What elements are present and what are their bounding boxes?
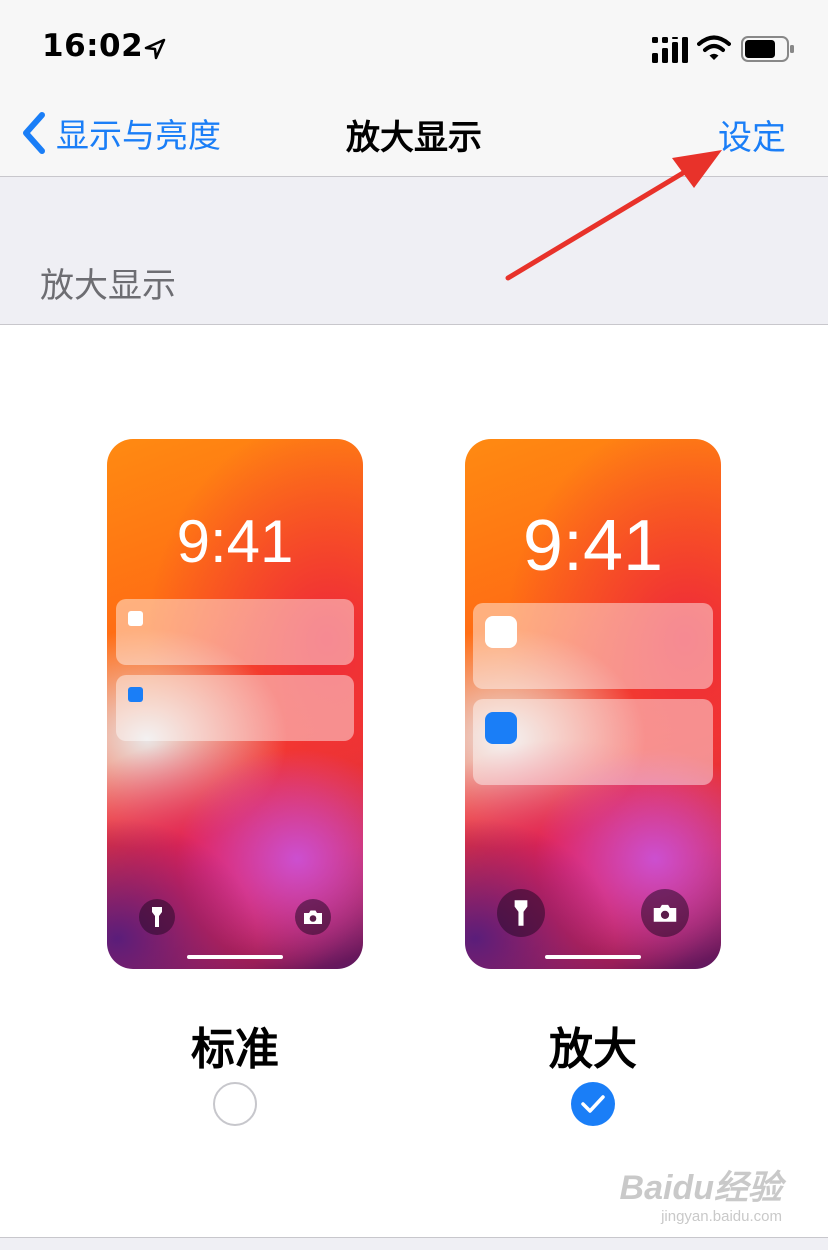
status-bar: 16:02 bbox=[0, 0, 828, 90]
notification-placeholder bbox=[473, 603, 713, 689]
status-time: 16:02 bbox=[42, 28, 144, 64]
phone-preview-zoomed: 9:41 bbox=[465, 439, 721, 969]
location-arrow-icon bbox=[144, 38, 166, 60]
notification-placeholder bbox=[116, 675, 354, 741]
wifi-icon bbox=[697, 35, 731, 60]
radio-unselected[interactable] bbox=[213, 1082, 257, 1126]
home-indicator bbox=[187, 955, 283, 959]
flashlight-icon bbox=[139, 899, 175, 935]
phone-preview-standard: 9:41 bbox=[107, 439, 363, 969]
home-indicator bbox=[545, 955, 641, 959]
checkmark-icon bbox=[581, 1095, 605, 1113]
camera-icon bbox=[641, 889, 689, 937]
app-icon bbox=[128, 611, 143, 626]
display-zoom-options: 9:41 标准 9:41 放大 bbox=[0, 324, 828, 1238]
battery-icon bbox=[741, 36, 794, 62]
lock-screen-time: 9:41 bbox=[176, 508, 294, 575]
option-label: 放大 bbox=[549, 1024, 637, 1075]
option-standard[interactable]: 9:41 标准 bbox=[107, 325, 363, 1237]
app-icon bbox=[128, 687, 143, 702]
camera-icon bbox=[295, 899, 331, 935]
option-zoomed[interactable]: 9:41 放大 bbox=[465, 325, 721, 1237]
section-header: 放大显示 bbox=[40, 266, 176, 306]
cellular-signal-icon bbox=[652, 37, 688, 63]
notification-placeholder bbox=[473, 699, 713, 785]
app-icon bbox=[485, 712, 517, 744]
navigation-bar: 显示与亮度 放大显示 设定 bbox=[0, 90, 828, 177]
set-button[interactable]: 设定 bbox=[718, 110, 786, 159]
notification-placeholder bbox=[116, 599, 354, 665]
radio-selected[interactable] bbox=[571, 1082, 615, 1126]
option-label: 标准 bbox=[191, 1024, 279, 1075]
page-title: 放大显示 bbox=[346, 118, 482, 158]
lock-screen-time: 9:41 bbox=[522, 506, 664, 586]
flashlight-icon bbox=[497, 889, 545, 937]
baidu-watermark: Baidu经验 jingyan.baidu.com bbox=[619, 1160, 782, 1225]
watermark-brand: Baidu经验 bbox=[619, 1169, 782, 1207]
app-icon bbox=[485, 616, 517, 648]
watermark-url: jingyan.baidu.com bbox=[661, 1208, 782, 1225]
